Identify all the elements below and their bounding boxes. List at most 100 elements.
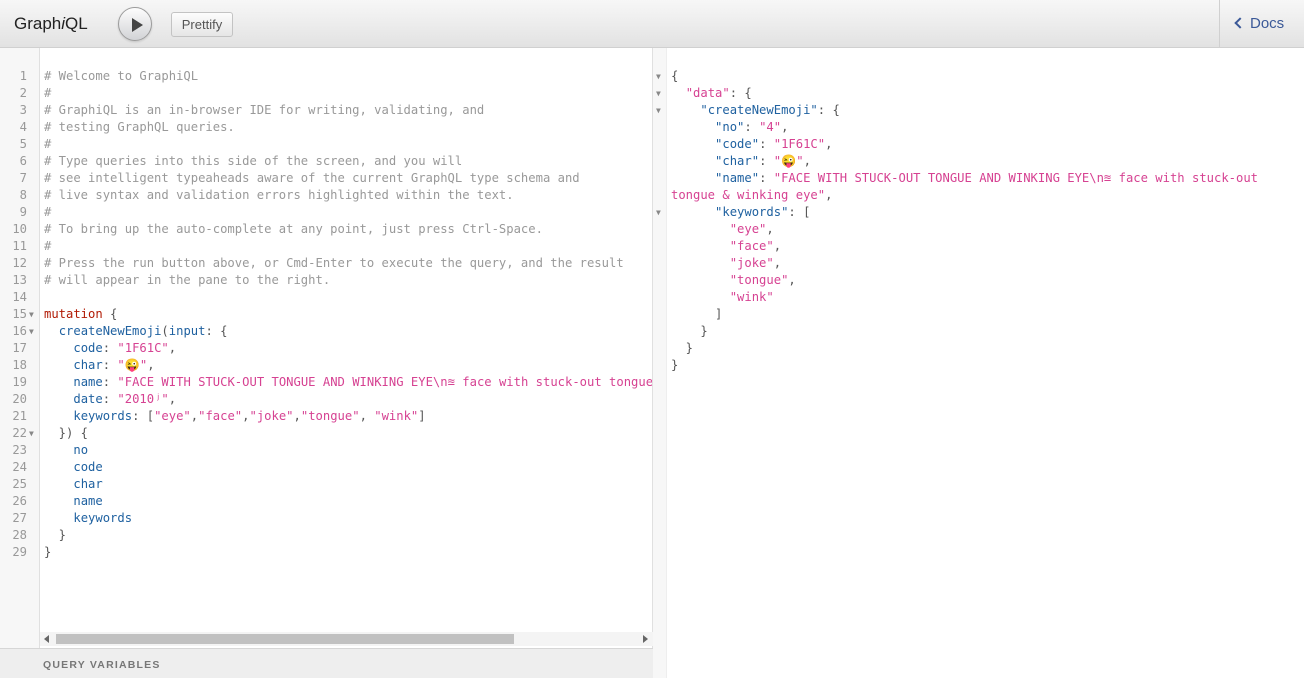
code-token: input — [168, 324, 206, 338]
fold-arrow-icon[interactable]: ▼ — [656, 204, 661, 221]
code-token: : { — [205, 324, 228, 338]
line-text: # testing GraphQL queries. — [44, 119, 652, 136]
result-line-text: "data": { — [671, 85, 1301, 102]
fold-arrow-icon[interactable]: ▼ — [656, 68, 661, 85]
code-token: mutation — [44, 307, 103, 321]
code-token: : [ — [132, 409, 155, 423]
result-code: ▼{▼ "data": {▼ "createNewEmoji": { "no":… — [653, 68, 1304, 374]
line-number: 23 — [12, 443, 27, 457]
code-line[interactable]: 11 # — [0, 238, 653, 255]
result-line-text: "wink" — [671, 289, 1301, 306]
line-number: 22 — [12, 426, 27, 440]
code-line[interactable]: 1 # Welcome to GraphiQL — [0, 68, 653, 85]
code-token: "joke" — [729, 256, 774, 270]
scroll-left-icon[interactable] — [44, 635, 49, 643]
fold-arrow-icon[interactable]: ▼ — [29, 323, 34, 340]
code-line[interactable]: 13 # will appear in the pane to the right… — [0, 272, 653, 289]
code-token: , — [168, 341, 177, 355]
code-token: code — [73, 341, 103, 355]
line-text: # see intelligent typeaheads aware of th… — [44, 170, 652, 187]
code-line[interactable]: 23 no — [0, 442, 653, 459]
code-line[interactable]: 15 ▼ mutation { — [0, 306, 653, 323]
line-text: name — [44, 493, 652, 510]
query-code[interactable]: 1 # Welcome to GraphiQL 2 #3 # GraphiQL is a… — [0, 68, 653, 561]
code-token: # testing GraphQL queries. — [44, 120, 235, 134]
line-text: char — [44, 476, 652, 493]
line-number: 11 — [12, 239, 27, 253]
code-line[interactable]: 7 # see intelligent typeaheads aware of t… — [0, 170, 653, 187]
code-line[interactable]: 5 # — [0, 136, 653, 153]
code-line[interactable]: 20 date: "2010ʲ", — [0, 391, 653, 408]
query-editor[interactable]: 1 # Welcome to GraphiQL 2 #3 # GraphiQL is a… — [0, 48, 653, 678]
code-line[interactable]: 26 name — [0, 493, 653, 510]
code-token: , — [168, 392, 177, 406]
scroll-right-icon[interactable] — [643, 635, 648, 643]
code-token: "code" — [715, 137, 760, 151]
result-line: "eye", — [653, 221, 1304, 238]
line-number: 20 — [12, 392, 27, 406]
code-line[interactable]: 2 # — [0, 85, 653, 102]
code-token: } — [671, 341, 694, 355]
result-line: } — [653, 357, 1304, 374]
code-token: # GraphiQL is an in-browser IDE for writ… — [44, 103, 485, 117]
code-line[interactable]: 17 code: "1F61C", — [0, 340, 653, 357]
docs-area: Docs — [1219, 0, 1304, 48]
code-line[interactable]: 21 keywords: ["eye","face","joke","tongu… — [0, 408, 653, 425]
code-line[interactable]: 29} — [0, 544, 653, 561]
code-token: # will appear in the pane to the right. — [44, 273, 331, 287]
scrollbar-thumb[interactable] — [56, 634, 514, 644]
run-button[interactable] — [118, 7, 152, 41]
code-line[interactable]: 22 ▼ }) { — [0, 425, 653, 442]
code-line[interactable]: 8 # live syntax and validation errors hig… — [0, 187, 653, 204]
code-token: # — [44, 205, 52, 219]
code-token: "face" — [198, 409, 243, 423]
line-text: # Type queries into this side of the scr… — [44, 153, 652, 170]
code-line[interactable]: 3 # GraphiQL is an in-browser IDE for wri… — [0, 102, 653, 119]
code-line[interactable]: 24 code — [0, 459, 653, 476]
line-number: 27 — [12, 511, 27, 525]
fold-arrow-icon[interactable]: ▼ — [29, 306, 34, 323]
fold-arrow-icon[interactable]: ▼ — [656, 85, 661, 102]
fold-arrow-icon[interactable]: ▼ — [29, 425, 34, 442]
code-line[interactable]: 27 keywords — [0, 510, 653, 527]
code-line[interactable]: 28 } — [0, 527, 653, 544]
code-token: "😜" — [117, 358, 148, 372]
prettify-button[interactable]: Prettify — [171, 12, 233, 37]
result-line: "face", — [653, 238, 1304, 255]
code-line[interactable]: 18 char: "😜", — [0, 357, 653, 374]
app-title-suffix: QL — [65, 14, 88, 33]
horizontal-scrollbar[interactable] — [40, 632, 653, 646]
code-token: # Welcome to GraphiQL — [44, 69, 199, 83]
code-token: ( — [161, 324, 169, 338]
code-token: char — [73, 477, 103, 491]
code-line[interactable]: 19 name: "FACE WITH STUCK-OUT TONGUE AND… — [0, 374, 653, 391]
code-line[interactable]: 10 # To bring up the auto-complete at any… — [0, 221, 653, 238]
query-variables-bar[interactable]: QUERY VARIABLES — [0, 648, 653, 678]
result-line-text: } — [671, 357, 1301, 374]
docs-button[interactable]: Docs — [1234, 15, 1284, 32]
code-token: "name" — [715, 171, 760, 185]
line-number: 5 — [19, 137, 27, 151]
code-token: ] — [671, 307, 723, 321]
code-line[interactable]: 25 char — [0, 476, 653, 493]
result-line-text: "eye", — [671, 221, 1301, 238]
code-line[interactable]: 9 # — [0, 204, 653, 221]
code-line[interactable]: 6 # Type queries into this side of the sc… — [0, 153, 653, 170]
code-token: { — [102, 307, 118, 321]
code-line[interactable]: 12 # Press the run button above, or Cmd-E… — [0, 255, 653, 272]
code-line[interactable]: 4 # testing GraphQL queries. — [0, 119, 653, 136]
line-text: keywords: ["eye","face","joke","tongue",… — [44, 408, 652, 425]
code-line[interactable]: 14 — [0, 289, 653, 306]
code-line[interactable]: 16 ▼ createNewEmoji(input: { — [0, 323, 653, 340]
code-token: : — [102, 358, 118, 372]
fold-arrow-icon[interactable]: ▼ — [656, 102, 661, 119]
